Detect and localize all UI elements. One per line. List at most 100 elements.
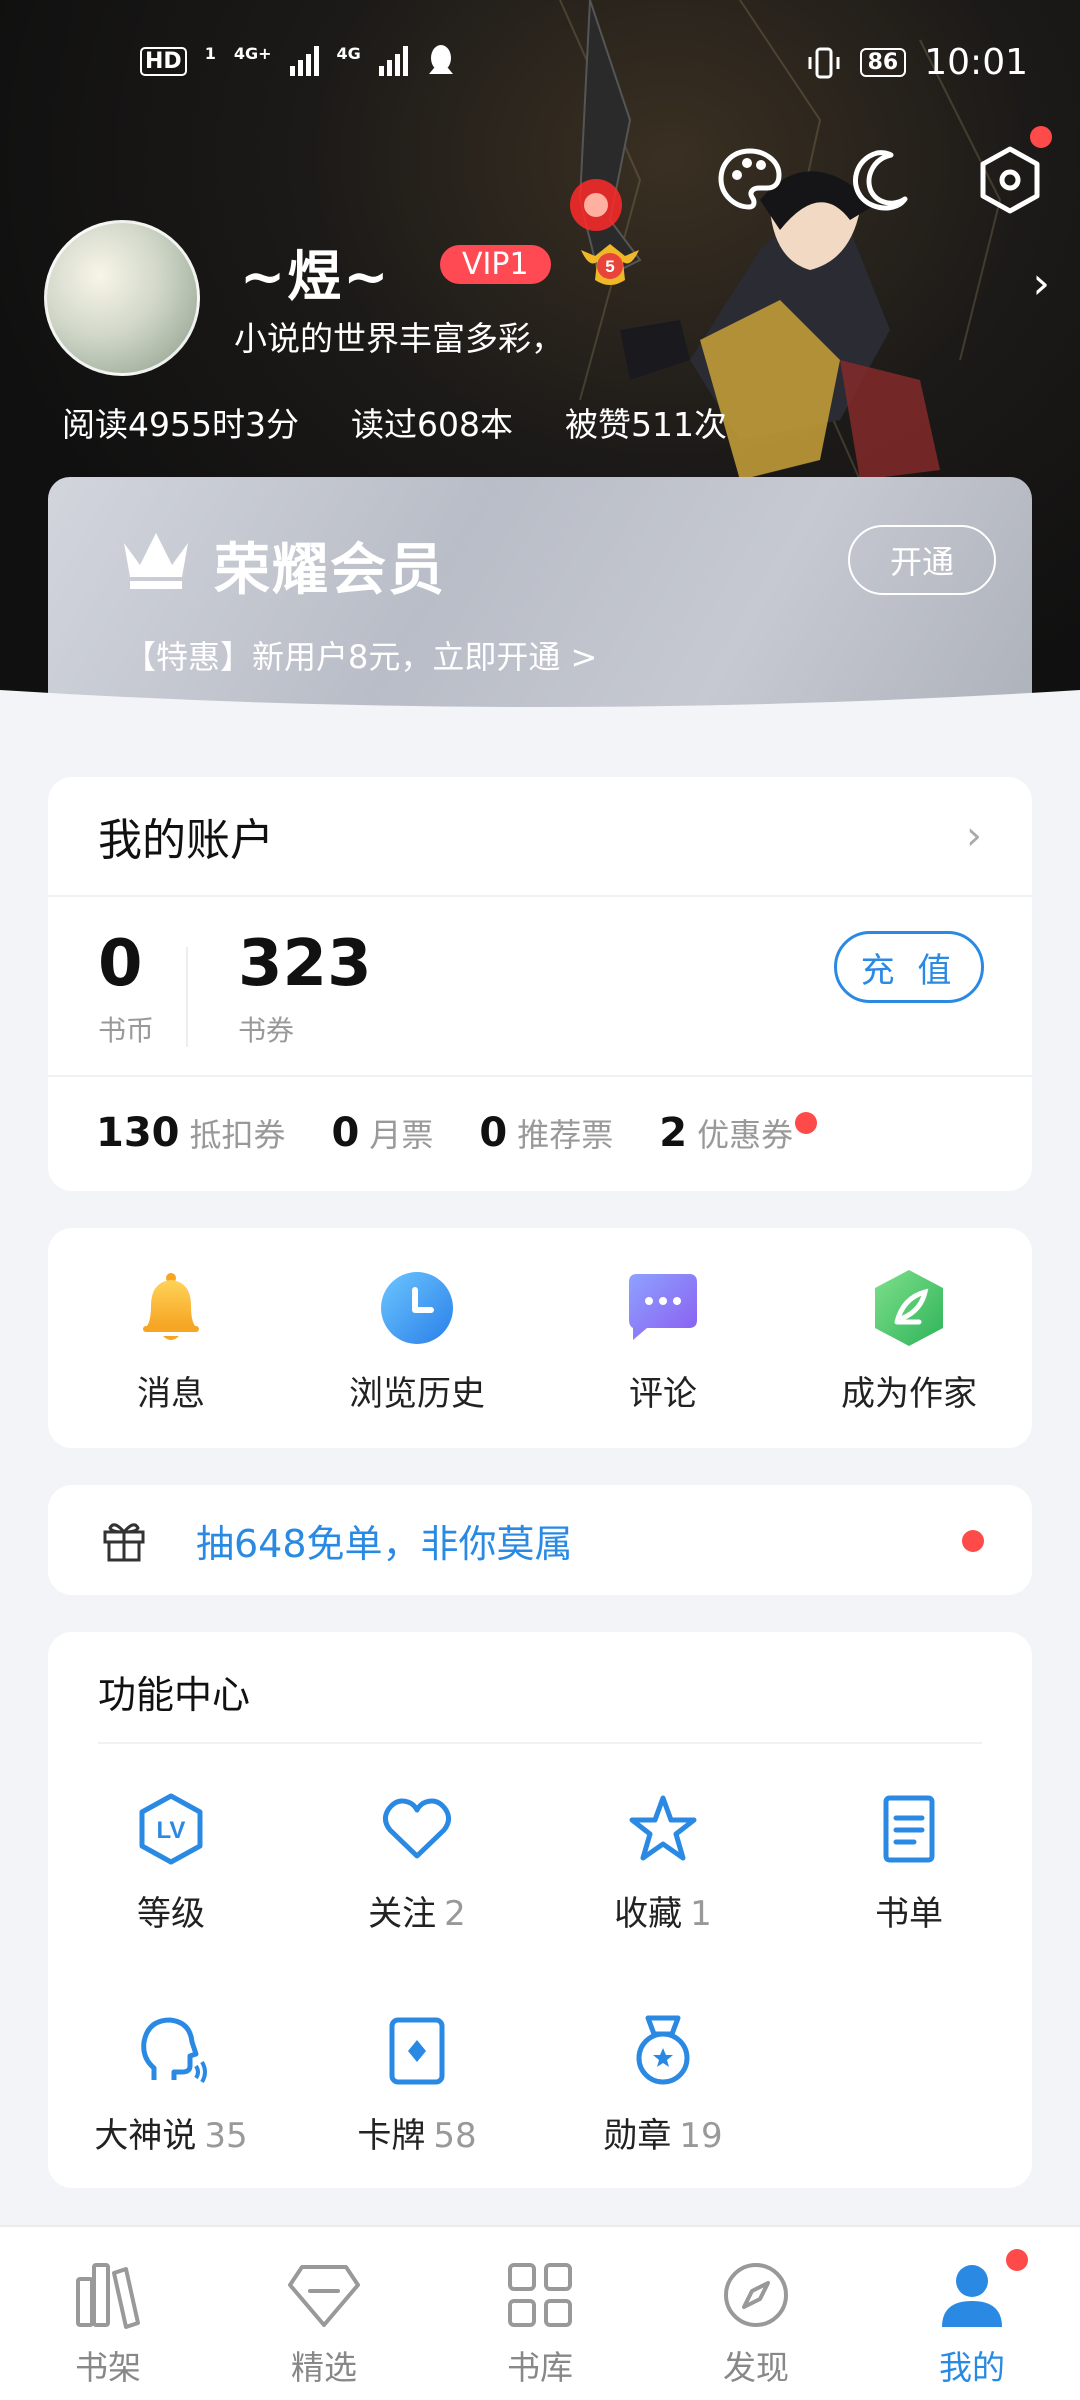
coupon-notification-dot — [795, 1112, 818, 1134]
settings-hexagon-icon — [980, 146, 1040, 214]
tab-bookshelf-label: 书架 — [75, 2348, 141, 2387]
sim1-indicator: 1 — [204, 44, 216, 63]
profile-bio: 小说的世界丰富多彩， — [234, 319, 564, 358]
compass-icon — [724, 2263, 788, 2327]
function-center-title: 功能中心 — [98, 1673, 251, 1717]
bell-icon — [143, 1273, 199, 1340]
diamond-icon — [288, 2265, 360, 2327]
medals-label: 勋章 — [603, 2116, 672, 2156]
vip-open-button[interactable]: 开通 — [848, 525, 996, 595]
following-count: 2 — [444, 1894, 466, 1934]
settings-button[interactable] — [970, 126, 1052, 220]
heart-icon — [382, 1798, 452, 1859]
star-icon — [629, 1795, 697, 1861]
deduction-coupon-value: 130 — [96, 1110, 180, 1156]
books-read-stat[interactable]: 读过608本 — [351, 398, 513, 446]
network-type-1: 4G+ — [233, 44, 272, 63]
level-button[interactable]: LV 等级 — [48, 1792, 294, 1935]
svg-text:LV: LV — [157, 1817, 186, 1844]
clock-icon — [381, 1272, 453, 1344]
history-label: 浏览历史 — [349, 1374, 485, 1414]
favorites-button[interactable]: 收藏 1 — [540, 1792, 786, 1935]
avatar[interactable] — [44, 220, 200, 376]
person-icon — [942, 2265, 1002, 2327]
following-button[interactable]: 关注 2 — [294, 1792, 540, 1935]
following-label: 关注 — [368, 1894, 437, 1934]
monthly-ticket-item[interactable]: 0 月票 — [332, 1110, 434, 1156]
bottom-tab-bar: 书架 精选 书库 发现 我的 — [0, 2225, 1080, 2400]
comments-button[interactable]: 评论 — [540, 1228, 786, 1448]
cards-button[interactable]: 卡牌 58 — [294, 2014, 540, 2157]
favorites-label: 收藏 — [614, 1894, 683, 1934]
monthly-ticket-value: 0 — [331, 1110, 360, 1156]
booklist-icon — [883, 1795, 935, 1863]
vibrate-icon — [808, 47, 840, 78]
chat-icon — [629, 1274, 697, 1340]
signal-icon — [289, 46, 319, 76]
tab-discover[interactable]: 发现 — [648, 2227, 864, 2400]
discount-coupon-label: 优惠券 — [697, 1116, 794, 1154]
account-header[interactable]: 我的账户 › — [48, 777, 1032, 897]
likes-stat[interactable]: 被赞511次 — [565, 398, 727, 446]
tab-mine[interactable]: 我的 — [864, 2227, 1080, 2400]
account-card: 我的账户 › 0 书币 323 书券 充 值 130 抵扣券 0 月票 0 推荐… — [48, 777, 1032, 1191]
tab-bookshelf[interactable]: 书架 — [0, 2227, 216, 2400]
night-mode-button[interactable] — [840, 140, 920, 220]
chevron-right-icon: › — [966, 813, 982, 859]
medal-icon — [636, 2015, 690, 2085]
signal-icon-2 — [378, 46, 408, 76]
reading-time-stat[interactable]: 阅读4955时3分 — [62, 398, 299, 446]
clock-time: 10:01 — [924, 42, 1028, 83]
deduction-coupon-label: 抵扣券 — [189, 1116, 286, 1154]
profile-stats: 阅读4955时3分 读过608本 被赞511次 — [62, 398, 727, 446]
master-talk-label: 大神说 — [94, 2116, 197, 2156]
promo-notification-dot — [962, 1530, 984, 1552]
network-type-2: 4G — [336, 44, 361, 63]
comments-label: 评论 — [629, 1374, 697, 1414]
profile-chevron-right-icon[interactable]: › — [1032, 258, 1050, 309]
theme-button[interactable] — [710, 140, 790, 220]
palette-icon — [718, 148, 782, 210]
divider — [186, 947, 188, 1047]
messages-button[interactable]: 消息 — [48, 1228, 294, 1448]
medals-button[interactable]: 勋章 19 — [540, 2014, 786, 2157]
battery-icon: 86 — [859, 48, 907, 77]
tab-mine-notification-dot — [1006, 2249, 1028, 2271]
discount-coupon-item[interactable]: 2 优惠券 — [659, 1110, 818, 1156]
function-center-card: 功能中心 LV 等级 关注 2 收藏 1 书单 大神说 35 卡牌 58 勋章 19 — [48, 1632, 1032, 2188]
feather-icon — [875, 1270, 943, 1346]
voucher-balance[interactable]: 323 书券 — [238, 927, 372, 1049]
username[interactable]: ~煜~ — [240, 232, 391, 311]
crown-icon — [124, 533, 188, 589]
vip-badge[interactable]: VIP1 — [440, 245, 551, 284]
tab-library-label: 书库 — [507, 2348, 573, 2387]
monthly-ticket-label: 月票 — [369, 1116, 434, 1154]
master-talk-button[interactable]: 大神说 35 — [48, 2014, 294, 2157]
grid-icon — [508, 2263, 572, 2327]
become-writer-button[interactable]: 成为作家 — [786, 1228, 1032, 1448]
coin-balance[interactable]: 0 书币 — [98, 927, 154, 1049]
profile-header: HD 1 4G+ 4G 86 10:01 ~煜~ VIP1 5 小说的世界丰富多… — [0, 0, 1080, 720]
tab-featured[interactable]: 精选 — [216, 2227, 432, 2400]
promo-text: 抽648免单，非你莫属 — [196, 1521, 573, 1566]
speaker-icon — [141, 2017, 207, 2084]
vip-promo-link[interactable]: 【特惠】新用户8元，立即开通 > — [124, 632, 597, 678]
become-writer-label: 成为作家 — [841, 1374, 977, 1414]
vip-title: 荣耀会员 — [214, 538, 446, 603]
status-bar: HD 1 4G+ 4G 86 10:01 — [0, 40, 1080, 90]
hd-indicator: HD — [140, 46, 187, 76]
history-button[interactable]: 浏览历史 — [294, 1228, 540, 1448]
voucher-label: 书券 — [238, 1014, 295, 1047]
tab-library[interactable]: 书库 — [432, 2227, 648, 2400]
booklist-button[interactable]: 书单 — [786, 1792, 1032, 1935]
gift-icon — [103, 1523, 145, 1562]
recharge-button[interactable]: 充 值 — [834, 931, 984, 1003]
deduction-coupon-item[interactable]: 130 抵扣券 — [96, 1110, 286, 1156]
recommend-ticket-item[interactable]: 0 推荐票 — [479, 1110, 613, 1156]
lottery-promo-banner[interactable]: 抽648免单，非你莫属 — [48, 1485, 1032, 1595]
bookshelf-icon — [76, 2263, 140, 2329]
cards-count: 58 — [433, 2116, 477, 2156]
svg-text:5: 5 — [605, 257, 614, 276]
favorites-count: 1 — [690, 1894, 712, 1934]
messages-label: 消息 — [137, 1374, 205, 1414]
